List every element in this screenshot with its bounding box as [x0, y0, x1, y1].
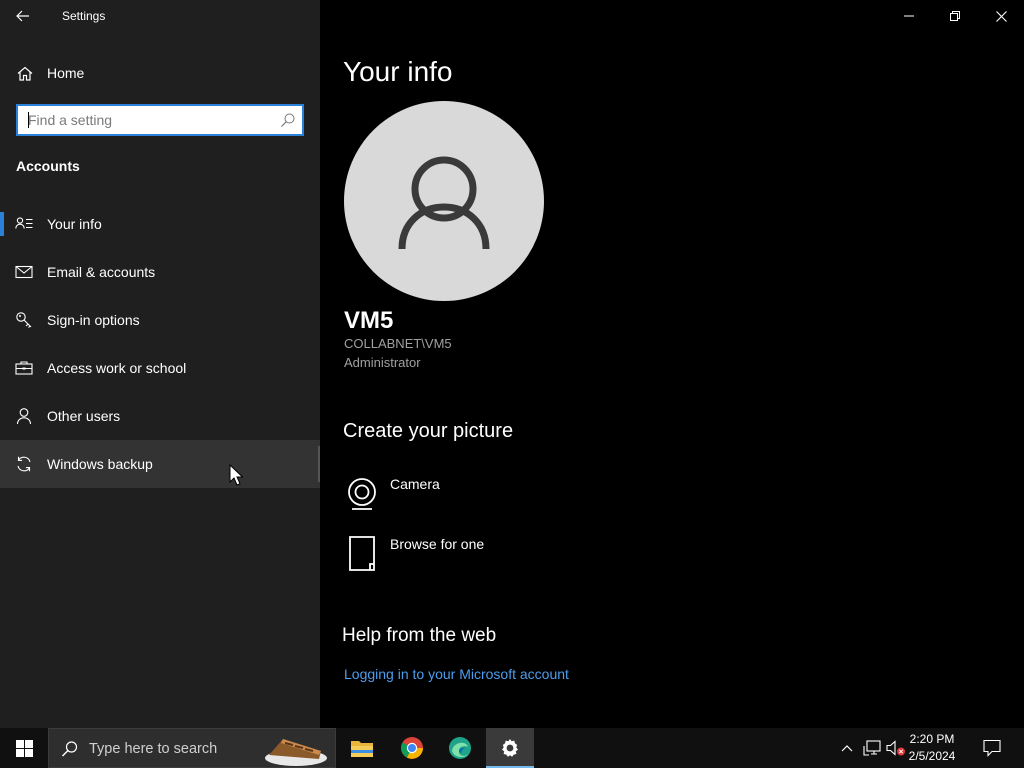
help-link-microsoft-account[interactable]: Logging in to your Microsoft account — [344, 666, 569, 682]
home-icon — [17, 66, 33, 81]
taskbar: Type here to search 2:20 PM 2/5/2024 — [0, 728, 1024, 768]
user-role: Administrator — [344, 355, 421, 370]
sidebar-item-email-accounts[interactable]: Email & accounts — [0, 248, 320, 296]
file-explorer-icon — [351, 741, 373, 757]
windows-logo-icon — [15, 739, 33, 757]
taskbar-file-explorer[interactable] — [338, 728, 386, 768]
taskbar-chrome[interactable] — [388, 728, 436, 768]
taskbar-settings[interactable] — [486, 728, 534, 768]
network-tray-button[interactable] — [860, 728, 884, 768]
close-button[interactable] — [978, 0, 1024, 32]
sidebar-item-label: Windows backup — [47, 456, 153, 472]
title-bar: Settings — [0, 0, 320, 32]
text-caret — [28, 112, 29, 128]
active-indicator — [0, 212, 4, 236]
browse-option-label: Browse for one — [390, 536, 485, 552]
action-center-button[interactable] — [976, 728, 1008, 768]
default-user-icon — [398, 156, 490, 250]
mail-icon — [15, 265, 33, 279]
sidebar-item-access-work-school[interactable]: Access work or school — [0, 344, 320, 392]
sidebar-item-home[interactable]: Home — [0, 57, 320, 89]
restore-icon — [950, 11, 960, 21]
notification-icon — [983, 739, 1001, 757]
window-controls — [886, 0, 1024, 32]
user-name: VM5 — [344, 307, 394, 334]
sidebar-item-windows-backup[interactable]: Windows backup — [0, 440, 320, 488]
sidebar-item-your-info[interactable]: Your info — [0, 200, 320, 248]
back-button[interactable] — [8, 2, 38, 30]
app-title: Settings — [62, 9, 106, 23]
minimize-button[interactable] — [886, 0, 932, 32]
taskbar-search-box[interactable]: Type here to search — [48, 728, 336, 768]
clock-date: 2/5/2024 — [908, 749, 956, 763]
person-icon — [16, 408, 32, 425]
chrome-icon — [401, 737, 423, 759]
back-arrow-icon — [16, 10, 29, 22]
page-title: Your info — [343, 56, 453, 87]
show-hidden-icons-button[interactable] — [836, 728, 858, 768]
key-icon — [16, 312, 32, 328]
minimize-icon — [904, 15, 914, 17]
start-button[interactable] — [0, 728, 48, 768]
network-icon — [863, 740, 881, 756]
browse-option[interactable]: Browse for one — [344, 536, 644, 580]
file-icon — [349, 536, 375, 571]
avatar — [344, 101, 544, 301]
sidebar-item-label: Access work or school — [47, 360, 187, 376]
camera-icon — [348, 478, 376, 510]
restore-button[interactable] — [932, 0, 978, 32]
create-picture-heading: Create your picture — [343, 420, 514, 442]
chevron-up-icon — [841, 745, 853, 752]
sidebar-item-other-users[interactable]: Other users — [0, 392, 320, 440]
sidebar-item-label: Email & accounts — [47, 264, 156, 280]
person-list-icon — [15, 217, 33, 229]
search-icon — [62, 741, 78, 757]
main-content: Your info VM5 COLLABNET\VM5 Administrato… — [320, 0, 1024, 728]
close-icon — [995, 10, 1007, 22]
sidebar-item-sign-in-options[interactable]: Sign-in options — [0, 296, 320, 344]
user-account: COLLABNET\VM5 — [344, 336, 452, 351]
find-setting-search[interactable] — [16, 104, 304, 136]
sidebar-item-label: Sign-in options — [47, 312, 140, 328]
sidebar-item-label: Other users — [47, 408, 121, 424]
search-icon[interactable] — [280, 112, 296, 128]
taskbar-edge[interactable] — [436, 728, 484, 768]
edge-icon — [449, 737, 471, 759]
sidebar-item-label: Your info — [47, 216, 102, 232]
taskbar-clock[interactable]: 2:20 PM 2/5/2024 — [902, 731, 962, 765]
camera-option[interactable]: Camera — [344, 476, 644, 520]
mouse-cursor-icon — [229, 464, 243, 486]
sidebar-item-label: Home — [47, 65, 85, 81]
search-input[interactable] — [18, 107, 270, 133]
settings-icon — [502, 739, 518, 757]
section-title-accounts: Accounts — [16, 158, 80, 174]
pie-illustration-icon — [265, 739, 327, 766]
clock-time: 2:20 PM — [909, 732, 955, 746]
camera-option-label: Camera — [390, 476, 440, 492]
help-heading: Help from the web — [342, 625, 497, 646]
sync-icon — [17, 456, 31, 472]
settings-sidebar: Settings Home Accounts Your info Email &… — [0, 0, 320, 728]
briefcase-icon — [15, 361, 33, 375]
taskbar-search-text: Type here to search — [89, 741, 218, 757]
